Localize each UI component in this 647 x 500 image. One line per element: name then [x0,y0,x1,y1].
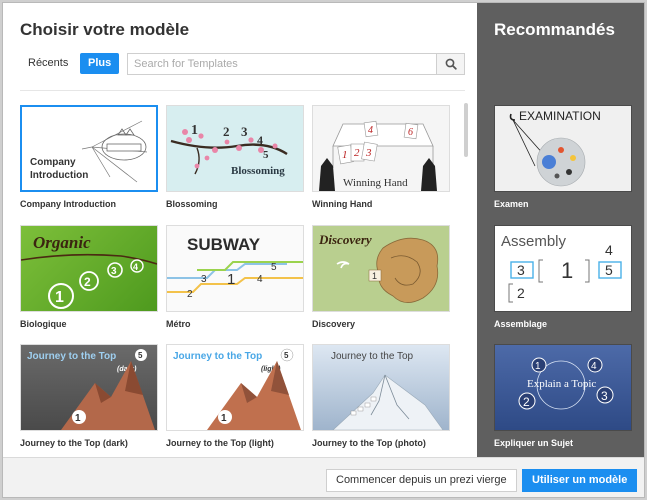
thumb-text: 1 [561,258,573,283]
template-thumbnail: 1 Discovery [312,225,450,312]
template-thumbnail: Journey to the Top (dark) 5 1 [20,344,158,431]
thumb-text: 4 [591,361,597,372]
template-label: Discovery [312,319,356,329]
thumb-text: 3 [601,389,608,403]
dialog-footer: Commencer depuis un prezi vierge Utilise… [3,457,644,497]
thumb-text: 4 [133,262,138,272]
thumb-text: 5 [271,262,277,273]
start-blank-button[interactable]: Commencer depuis un prezi vierge [326,469,517,492]
thumb-text: Company [30,157,76,168]
search-box [127,53,465,75]
thumb-text: 3 [365,147,372,159]
template-label: Journey to the Top (light) [166,438,274,448]
template-card-blossoming[interactable]: 1 2 3 4 5 Blossoming Blossoming [166,105,304,209]
template-card-journey-light[interactable]: Journey to the Top (light) 5 1 Journey t… [166,344,304,448]
thumb-text: 1 [342,149,348,161]
template-thumbnail: Company Introduction [20,105,158,192]
use-template-button[interactable]: Utiliser un modèle [522,469,638,492]
thumb-text: 1 [191,123,198,138]
thumb-text: 1 [75,413,81,424]
template-label: Blossoming [166,199,218,209]
thumb-text: 5 [284,351,289,360]
thumb-text: Organic [33,233,91,252]
recommended-card-assemblage[interactable]: Assembly 3 1 5 4 2 Assemblage [494,225,632,329]
thumb-text: SUBWAY [187,235,261,254]
thumb-text: 1 [221,413,227,424]
thumb-text: 2 [84,275,91,289]
thumb-text: Assembly [501,233,567,250]
search-input[interactable] [128,54,428,74]
thumb-text: Winning Hand [343,177,408,189]
thumb-text: 1 [535,361,541,372]
template-thumbnail: Journey to the Top [312,344,450,431]
scrollbar-thumb[interactable] [464,103,468,157]
template-label: Company Introduction [20,199,116,209]
recommended-title: Recommandés [494,20,615,39]
template-label: Biologique [20,319,67,329]
template-card-journey-dark[interactable]: Journey to the Top (dark) 5 1 Journey to… [20,344,158,448]
template-thumbnail: Assembly 3 1 5 4 2 [494,225,632,312]
thumb-text: 3 [241,124,248,139]
thumb-text: 2 [517,285,525,301]
search-button[interactable] [436,54,464,74]
template-label: Métro [166,319,191,329]
recommended-card-expliquer-un-sujet[interactable]: 1 4 2 3 Explain a Topic Expliquer un Suj… [494,344,632,448]
thumb-text: 2 [223,124,230,139]
tab-plus[interactable]: Plus [80,53,120,74]
template-thumbnail: 1 2 3 4 5 Blossoming [166,105,304,192]
divider [20,90,465,91]
template-label: Examen [494,199,529,209]
thumb-text: Journey to the Top [27,351,116,362]
thumb-text: 2 [187,289,193,300]
template-thumbnail: EXAMINATION [494,105,632,192]
thumb-text: 4 [257,274,263,285]
search-icon [445,58,457,70]
thumb-text: 1 [227,271,235,288]
template-thumbnail: Organic 1 2 3 4 [20,225,158,312]
template-label: Journey to the Top (dark) [20,438,128,448]
thumb-text: 5 [138,351,143,360]
template-label: Assemblage [494,319,548,329]
template-thumbnail: SUBWAY 3 1 2 4 5 [166,225,304,312]
template-thumbnail: 1 4 2 3 Explain a Topic [494,344,632,431]
thumb-text: 4 [257,133,263,147]
template-thumbnail: Journey to the Top (light) 5 1 [166,344,304,431]
thumb-text: Explain a Topic [527,378,596,390]
templates-panel: Choisir votre modèle Récents Plus Search… [3,3,477,457]
recommended-panel: Recommandés EXAMINATION Examen Assembly … [477,3,644,457]
template-card-metro[interactable]: SUBWAY 3 1 2 4 5 Métro [166,225,304,329]
thumb-text: 2 [354,147,360,159]
thumb-text: Journey to the Top [331,351,414,362]
template-card-winning-hand[interactable]: 4 6 1 2 3 Winning Hand Winning Hand [312,105,450,209]
template-card-biologique[interactable]: Organic 1 2 3 4 Biologique [20,225,158,329]
template-label: Journey to the Top (photo) [312,438,426,448]
thumb-text: Journey to the Top [173,351,262,362]
thumb-text: 1 [55,289,64,306]
thumb-text: EXAMINATION [519,109,601,123]
recommended-card-examen[interactable]: EXAMINATION Examen [494,105,632,209]
thumb-text: 3 [517,262,525,278]
thumb-text: 4 [368,125,373,136]
template-card-discovery[interactable]: 1 Discovery Discovery [312,225,450,329]
thumb-text: Discovery [318,232,372,247]
thumb-text: 5 [605,262,613,278]
thumb-text: 3 [201,274,207,285]
thumb-text: 6 [408,127,413,138]
dialog-title: Choisir votre modèle [20,20,190,39]
thumb-text: Introduction [30,170,88,181]
template-card-journey-photo[interactable]: Journey to the Top Journey to the Top (p… [312,344,450,448]
template-label: Expliquer un Sujet [494,438,574,448]
thumb-text: Blossoming [231,165,285,177]
thumb-text: 3 [111,266,117,277]
template-dialog: Choisir votre modèle Récents Plus Search… [2,2,645,498]
template-card-company-introduction[interactable]: Company Introduction Company Introductio… [20,105,158,209]
template-label: Winning Hand [312,199,373,209]
thumb-text: 2 [523,395,530,409]
tab-recents[interactable]: Récents [20,53,76,74]
template-thumbnail: 4 6 1 2 3 Winning Hand [312,105,450,192]
thumb-text: 5 [263,149,269,161]
thumb-text: 4 [605,242,613,258]
thumb-text: 1 [372,271,377,281]
